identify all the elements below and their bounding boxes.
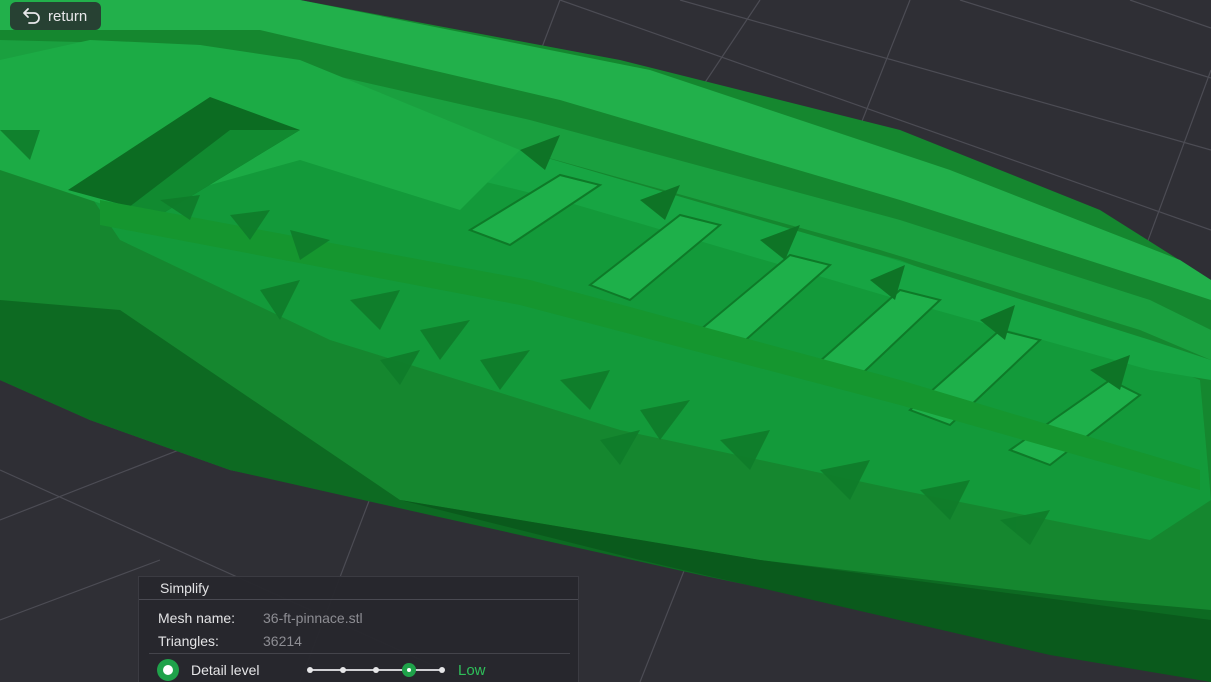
slider-step-dot[interactable]: [373, 667, 379, 673]
mesh-name-label: Mesh name:: [158, 610, 236, 626]
triangles-label: Triangles:: [158, 633, 219, 649]
mesh-name-value: 36-ft-pinnace.stl: [263, 610, 363, 626]
detail-level-value: Low: [458, 661, 486, 679]
return-button[interactable]: return: [10, 2, 102, 30]
triangles-value: 36214: [263, 633, 302, 649]
simplify-panel: Simplify Mesh name: 36-ft-pinnace.stl Tr…: [138, 576, 579, 682]
triangles-row: Triangles: 36214: [158, 633, 302, 649]
slider-step-dot[interactable]: [340, 667, 346, 673]
slider-thumb[interactable]: [402, 663, 416, 677]
panel-divider: [149, 653, 570, 654]
panel-title: Simplify: [139, 577, 578, 600]
slider-step-dot[interactable]: [439, 667, 445, 673]
detail-level-row: Detail level Low: [157, 659, 486, 681]
3d-viewport[interactable]: return Simplify Mesh name: 36-ft-pinnace…: [0, 0, 1211, 682]
detail-level-radio[interactable]: [157, 659, 179, 681]
undo-arrow-icon: [22, 7, 42, 25]
return-label: return: [48, 7, 88, 25]
slider-step-dot[interactable]: [307, 667, 313, 673]
mesh-name-row: Mesh name: 36-ft-pinnace.stl: [158, 610, 363, 626]
detail-level-label: Detail level: [191, 662, 260, 678]
detail-level-slider[interactable]: [306, 659, 446, 681]
